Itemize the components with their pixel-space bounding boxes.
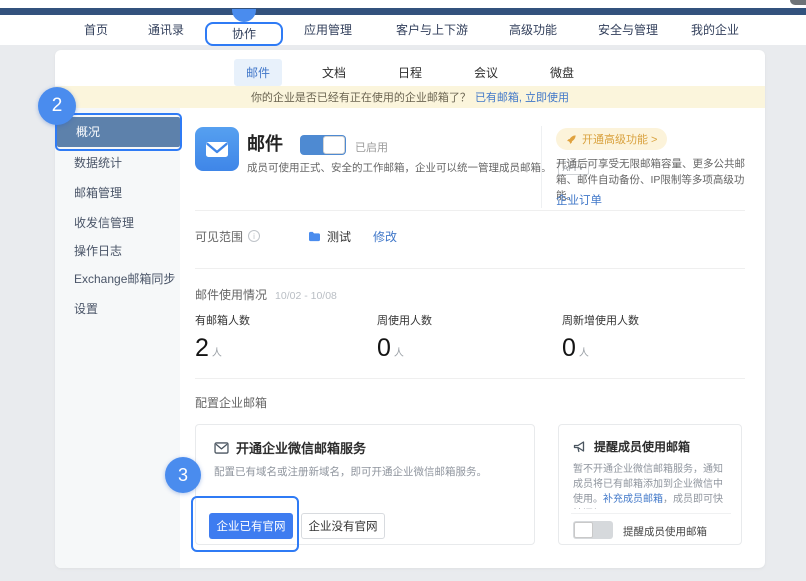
tab-mail[interactable]: 邮件 <box>234 59 282 86</box>
top-navy-bar <box>0 8 806 15</box>
stat-weekly-users: 周使用人数 0人 <box>377 312 432 363</box>
stat-unit: 人 <box>394 348 404 359</box>
sidebar-item-overview[interactable]: 概况 <box>57 117 180 147</box>
nav-item-security[interactable]: 安全与管理 <box>598 15 658 45</box>
nav-item-app-management[interactable]: 应用管理 <box>304 15 352 45</box>
rocket-icon <box>566 134 577 145</box>
stat-value: 0人 <box>377 334 432 363</box>
annotation-step2-badge: 2 <box>38 87 76 125</box>
card-title-text: 提醒成员使用邮箱 <box>594 438 690 455</box>
tab-meeting[interactable]: 会议 <box>462 59 510 86</box>
setup-section-title: 配置企业邮箱 <box>195 394 267 411</box>
premium-upgrade-badge[interactable]: 开通高级功能 > <box>556 128 667 150</box>
stat-weekly-new-users: 周新增使用人数 0人 <box>562 312 639 363</box>
sidebar-item-send-receive[interactable]: 收发信管理 <box>55 208 180 238</box>
sidebar-item-exchange-sync[interactable]: Exchange邮箱同步 <box>55 264 180 294</box>
open-mailbox-card-title: 开通企业微信邮箱服务 <box>214 438 366 457</box>
envelope-icon <box>203 135 231 163</box>
stat-number: 0 <box>562 334 576 362</box>
remind-card-description: 暂不开通企业微信邮箱服务，通知成员将已有邮箱添加到企业微信中使用。补充成员邮箱，… <box>573 462 731 509</box>
nav-item-contacts[interactable]: 通讯录 <box>148 15 184 45</box>
remind-members-toggle[interactable] <box>573 521 613 539</box>
header-vertical-divider <box>541 126 542 208</box>
megaphone-icon <box>573 441 587 453</box>
content-card: 邮件 文档 日程 会议 微盘 你的企业是否已经有正在使用的企业邮箱了？ 已有邮箱… <box>55 50 765 568</box>
divider <box>195 210 745 211</box>
sidebar-item-mailbox-mgmt[interactable]: 邮箱管理 <box>55 178 180 208</box>
mail-title: 邮件 <box>247 130 283 156</box>
open-mailbox-card-description: 配置已有域名或注册新域名，即可开通企业微信邮箱服务。 <box>214 465 487 480</box>
nav-item-customers[interactable]: 客户与上下游 <box>396 15 468 45</box>
top-navigation: 首页 通讯录 应用管理 客户与上下游 高级功能 安全与管理 我的企业 <box>0 15 806 45</box>
stat-label: 周新增使用人数 <box>562 312 639 328</box>
stat-value: 0人 <box>562 334 639 363</box>
toggle-knob <box>574 522 593 538</box>
stat-label: 有邮箱人数 <box>195 312 250 328</box>
notice-banner: 你的企业是否已经有正在使用的企业邮箱了？ 已有邮箱, 立即使用 <box>55 86 765 108</box>
mail-app-icon <box>195 127 239 171</box>
stat-unit: 人 <box>579 348 589 359</box>
info-icon[interactable]: i <box>248 230 260 242</box>
tab-docs[interactable]: 文档 <box>310 59 358 86</box>
divider <box>195 268 745 269</box>
nav-item-home[interactable]: 首页 <box>84 15 108 45</box>
no-website-button[interactable]: 企业没有官网 <box>301 513 385 539</box>
usage-date-range: 10/02 - 10/08 <box>275 290 337 302</box>
browser-corner-fragment <box>790 0 806 5</box>
stat-number: 2 <box>195 334 209 362</box>
screen: 首页 通讯录 应用管理 客户与上下游 高级功能 安全与管理 我的企业 协作 邮件… <box>0 0 806 581</box>
card-divider <box>571 513 731 514</box>
open-mailbox-card: 开通企业微信邮箱服务 配置已有域名或注册新域名，即可开通企业微信邮箱服务。 企业… <box>195 424 535 545</box>
visibility-scope-name: 测试 <box>327 228 351 245</box>
visibility-scope: 测试 <box>308 228 351 245</box>
stat-label: 周使用人数 <box>377 312 432 328</box>
enterprise-order-link[interactable]: 企业订单 <box>556 192 602 208</box>
toggle-knob <box>323 136 345 154</box>
visibility-label: 可见范围 <box>195 228 243 245</box>
remind-toggle-label: 提醒成员使用邮箱 <box>623 524 707 539</box>
banner-use-existing-link[interactable]: 已有邮箱, 立即使用 <box>475 89 569 105</box>
tab-calendar[interactable]: 日程 <box>386 59 434 86</box>
stat-value: 2人 <box>195 334 250 363</box>
supplement-mailbox-link[interactable]: 补充成员邮箱 <box>603 494 663 505</box>
sidebar-item-settings[interactable]: 设置 <box>55 294 180 324</box>
card-title-text: 开通企业微信邮箱服务 <box>236 438 366 457</box>
visibility-row: 可见范围 i 测试 修改 <box>195 226 397 246</box>
remind-card-title: 提醒成员使用邮箱 <box>573 438 690 455</box>
premium-badge-label: 开通高级功能 > <box>582 131 657 147</box>
usage-section-title: 邮件使用情况 10/02 - 10/08 <box>195 286 337 303</box>
stat-unit: 人 <box>212 348 222 359</box>
mail-description: 成员可使用正式、安全的工作邮箱，企业可以统一管理成员邮箱。API ˅ <box>247 160 589 175</box>
sidebar-item-operation-log[interactable]: 操作日志 <box>55 236 180 266</box>
nav-item-my-company[interactable]: 我的企业 <box>691 15 739 45</box>
nav-item-advanced[interactable]: 高级功能 <box>509 15 557 45</box>
mail-enabled-toggle[interactable] <box>300 135 346 155</box>
mail-status-label: 已启用 <box>355 139 388 155</box>
has-website-button[interactable]: 企业已有官网 <box>209 513 293 539</box>
folder-icon <box>308 231 321 242</box>
visibility-edit-link[interactable]: 修改 <box>373 228 397 245</box>
usage-title-text: 邮件使用情况 <box>195 288 267 302</box>
sidebar-item-statistics[interactable]: 数据统计 <box>55 148 180 178</box>
stat-mailbox-users: 有邮箱人数 2人 <box>195 312 250 363</box>
stat-number: 0 <box>377 334 391 362</box>
nav-item-collaboration[interactable]: 协作 <box>205 22 283 46</box>
annotation-step3-badge: 3 <box>165 457 201 493</box>
mail-description-text: 成员可使用正式、安全的工作邮箱，企业可以统一管理成员邮箱。 <box>247 162 552 174</box>
envelope-outline-icon <box>214 442 229 454</box>
module-tabs: 邮件 文档 日程 会议 微盘 <box>55 58 765 86</box>
banner-question: 你的企业是否已经有正在使用的企业邮箱了？ <box>251 89 471 105</box>
tab-drive[interactable]: 微盘 <box>538 59 586 86</box>
divider <box>195 378 745 379</box>
remind-members-card: 提醒成员使用邮箱 暂不开通企业微信邮箱服务，通知成员将已有邮箱添加到企业微信中使… <box>558 424 742 545</box>
